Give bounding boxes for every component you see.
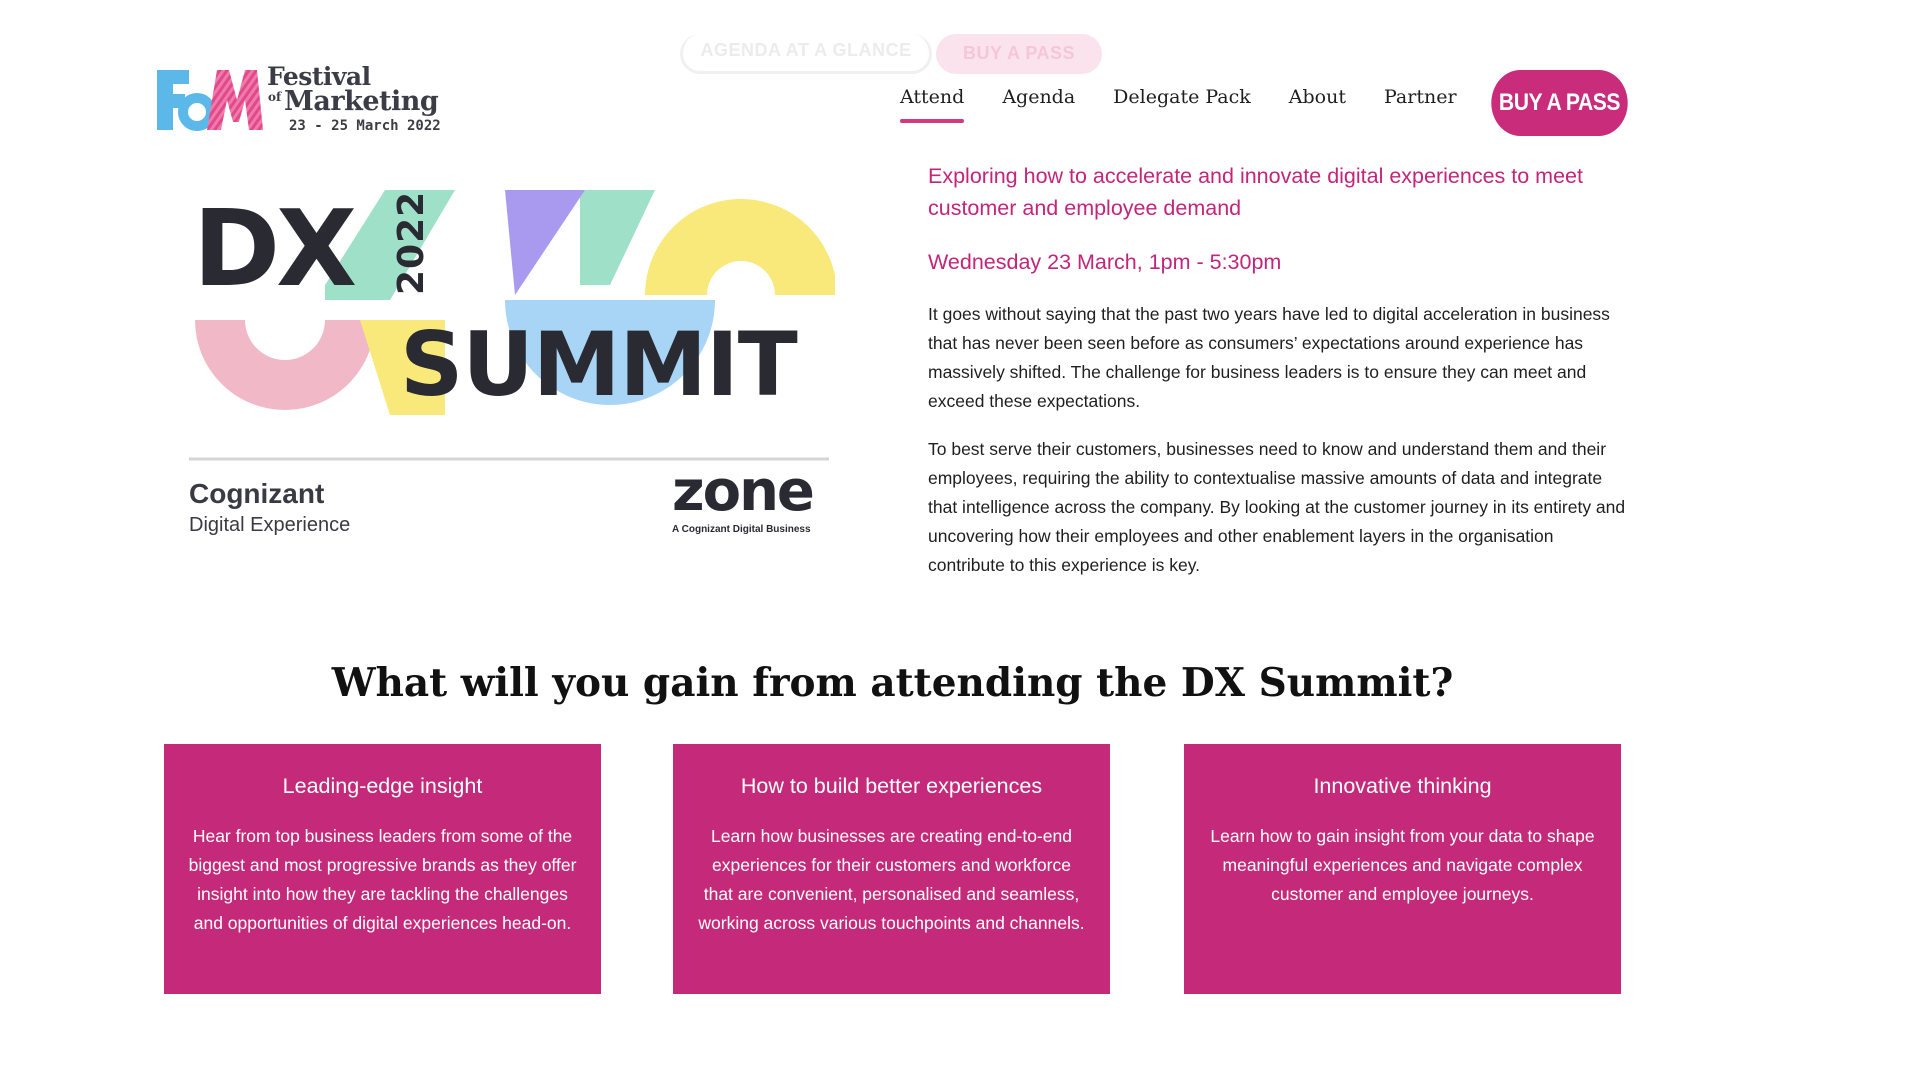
nav-item-agenda[interactable]: Agenda: [1002, 86, 1075, 108]
zone-tagline: A Cognizant Digital Business: [672, 524, 811, 535]
card-body: Hear from top business leaders from some…: [188, 826, 577, 933]
main-nav: Attend Agenda Delegate Pack About Partne…: [900, 86, 1495, 123]
benefit-card-leading-edge-insight: Leading-edge insight Hear from top busin…: [164, 744, 601, 994]
nav-item-partner[interactable]: Partner: [1384, 86, 1457, 108]
nav-item-about[interactable]: About: [1289, 86, 1346, 108]
fom-logo-mark-icon: [157, 70, 263, 131]
nav-item-delegate-pack[interactable]: Delegate Pack: [1113, 86, 1251, 108]
ghost-buy-pass-button[interactable]: Buy a pass: [936, 34, 1102, 74]
card-title: Innovative thinking: [1313, 774, 1492, 798]
digital-experience-text: Digital Experience: [189, 514, 350, 536]
intro-paragraph-2: To best serve their customers, businesse…: [928, 439, 1626, 575]
purple-triangle-shape: [505, 190, 585, 295]
card-body: Learn how businesses are creating end-to…: [698, 826, 1085, 933]
benefit-card-better-experiences: How to build better experiences Learn ho…: [673, 744, 1110, 994]
agenda-at-a-glance-button[interactable]: Agenda at a glance: [680, 34, 932, 74]
intro-section: Exploring how to accelerate and innovate…: [928, 160, 1628, 580]
intro-paragraph-1: It goes without saying that the past two…: [928, 304, 1610, 411]
pink-arc-shape: [195, 320, 375, 410]
event-date-time: Wednesday 23 March, 1pm - 5:30pm: [928, 250, 1282, 274]
yellow-arc-shape: [645, 199, 835, 295]
zone-wordmark: zone: [672, 459, 813, 524]
card-title: Leading-edge insight: [282, 774, 483, 798]
festival-of-marketing-logo[interactable]: Festival of Marketing 23 - 25 March 2022: [155, 62, 455, 140]
mint-shape-2: [580, 190, 655, 285]
benefit-card-innovative-thinking: Innovative thinking Learn how to gain in…: [1184, 744, 1621, 994]
logo-word-marketing: Marketing: [284, 86, 439, 117]
card-body: Learn how to gain insight from your data…: [1210, 826, 1595, 904]
summit-text: SUMMIT: [400, 313, 798, 416]
logo-dates: 23 - 25 March 2022: [289, 118, 441, 134]
buy-a-pass-button[interactable]: BUY A PASS: [1491, 70, 1628, 136]
card-title: How to build better experiences: [740, 774, 1043, 798]
logo-word-of: of: [268, 90, 282, 104]
gain-section-title: What will you gain from attending the DX…: [331, 660, 1454, 706]
dx-summit-2022-logo: DX 2022 SUMMIT Cognizant Digital Experie…: [189, 188, 835, 536]
cognizant-wordmark: Cognizant: [189, 478, 324, 509]
page: Agenda at a glance Buy a pass Festival o…: [0, 0, 1920, 1080]
intro-headline: Exploring how to accelerate and innovate…: [928, 164, 1583, 220]
year-text: 2022: [391, 191, 432, 295]
dx-text: DX: [193, 188, 355, 310]
nav-item-attend[interactable]: Attend: [900, 86, 965, 123]
